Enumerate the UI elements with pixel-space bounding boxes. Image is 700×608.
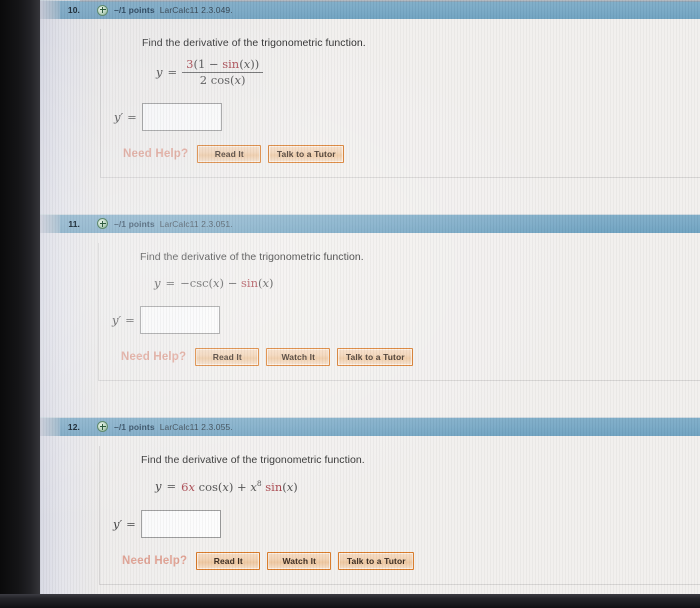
- question-list: 10. –/1 points LarCalc11 2.3.049. Find t…: [40, 0, 700, 594]
- equation-equals: =: [167, 65, 178, 80]
- answer-equals: =: [125, 312, 135, 327]
- question-item: 12. –/1 points LarCalc11 2.3.055. Find t…: [40, 416, 700, 594]
- need-help-label: Need Help?: [121, 350, 187, 363]
- equation-rhs: 6x cos(x) + x8 sin(x): [181, 478, 298, 494]
- need-help-row: Need Help? Read It Watch It Talk to a Tu…: [122, 551, 700, 570]
- question-header: 10. –/1 points LarCalc11 2.3.049.: [40, 0, 700, 19]
- question-prompt: Find the derivative of the trigonometric…: [140, 250, 364, 263]
- question-prompt: Find the derivative of the trigonometric…: [141, 453, 365, 466]
- plus-circle-icon[interactable]: [97, 421, 108, 433]
- answer-label: y′: [114, 109, 124, 124]
- answer-equals: =: [127, 109, 137, 124]
- fraction-numerator: 3(1 − sin(x)): [186, 57, 260, 71]
- watch-it-button[interactable]: Watch It: [266, 347, 331, 366]
- equation-lhs: y: [154, 275, 161, 290]
- question-points: –/1 points: [114, 421, 155, 432]
- need-help-row: Need Help? Read It Watch It Talk to a Tu…: [121, 347, 700, 366]
- fraction-denominator: 2 cos(x): [199, 72, 246, 87]
- equation-lhs: y: [156, 65, 163, 80]
- talk-to-tutor-button[interactable]: Talk to a Tutor: [338, 551, 415, 570]
- question-prompt: Find the derivative of the trigonometric…: [142, 37, 366, 49]
- question-header: 11. –/1 points LarCalc11 2.3.051.: [40, 213, 700, 233]
- equation-display: y = 6x cos(x) + x8 sin(x): [155, 479, 700, 494]
- equation-equals: =: [166, 479, 177, 494]
- answer-equals: =: [126, 516, 136, 531]
- question-number: 10.: [67, 5, 80, 15]
- equation-rhs: −csc(x) − sin(x): [180, 275, 274, 290]
- equation-display: y = −csc(x) − sin(x): [154, 276, 700, 290]
- screen-bezel-bottom: [0, 594, 700, 608]
- question-item: 10. –/1 points LarCalc11 2.3.049. Find t…: [40, 0, 700, 192]
- question-content-box: Find the derivative of the trigonometric…: [99, 445, 700, 585]
- equation-lhs: y: [155, 479, 162, 494]
- question-header: 12. –/1 points LarCalc11 2.3.055.: [40, 416, 700, 436]
- question-body: Find the derivative of the trigonometric…: [40, 233, 700, 395]
- screen-bezel-left: [0, 0, 40, 608]
- read-it-button[interactable]: Read It: [197, 144, 262, 163]
- need-help-label: Need Help?: [122, 554, 188, 567]
- answer-row: y′ =: [112, 305, 700, 334]
- question-reference: LarCalc11 2.3.055.: [159, 421, 233, 432]
- question-content-box: Find the derivative of the trigonometric…: [100, 29, 700, 178]
- answer-row: y′ =: [113, 509, 700, 538]
- answer-label: y′: [112, 312, 122, 327]
- read-it-button[interactable]: Read It: [196, 551, 261, 570]
- question-reference: LarCalc11 2.3.049.: [159, 5, 233, 15]
- answer-row: y′ =: [114, 102, 700, 131]
- question-number: 12.: [67, 421, 80, 432]
- talk-to-tutor-button[interactable]: Talk to a Tutor: [268, 144, 345, 163]
- plus-circle-icon[interactable]: [97, 218, 108, 230]
- question-item: 11. –/1 points LarCalc11 2.3.051. Find t…: [40, 213, 700, 395]
- equation-equals: =: [165, 275, 176, 290]
- answer-input[interactable]: [140, 509, 221, 538]
- question-reference: LarCalc11 2.3.051.: [159, 218, 233, 229]
- photo-frame: 10. –/1 points LarCalc11 2.3.049. Find t…: [0, 0, 700, 608]
- answer-input[interactable]: [139, 305, 220, 334]
- question-points: –/1 points: [114, 218, 155, 229]
- need-help-row: Need Help? Read It Talk to a Tutor: [123, 144, 700, 163]
- read-it-button[interactable]: Read It: [195, 347, 260, 366]
- plus-circle-icon[interactable]: [97, 4, 108, 16]
- question-number: 11.: [68, 218, 80, 229]
- question-content-box: Find the derivative of the trigonometric…: [98, 242, 700, 381]
- question-body: Find the derivative of the trigonometric…: [40, 436, 700, 594]
- question-points: –/1 points: [114, 5, 155, 15]
- answer-input[interactable]: [141, 102, 222, 131]
- equation-display: y = 3(1 − sin(x)) 2 cos(x): [156, 58, 700, 87]
- watch-it-button[interactable]: Watch It: [267, 551, 332, 570]
- question-body: Find the derivative of the trigonometric…: [40, 19, 700, 192]
- need-help-label: Need Help?: [123, 147, 189, 160]
- fraction: 3(1 − sin(x)) 2 cos(x): [182, 57, 264, 87]
- screen-top-edge: [80, 0, 700, 2]
- talk-to-tutor-button[interactable]: Talk to a Tutor: [337, 347, 414, 366]
- answer-label: y′: [113, 516, 123, 531]
- screen-content: 10. –/1 points LarCalc11 2.3.049. Find t…: [40, 0, 700, 594]
